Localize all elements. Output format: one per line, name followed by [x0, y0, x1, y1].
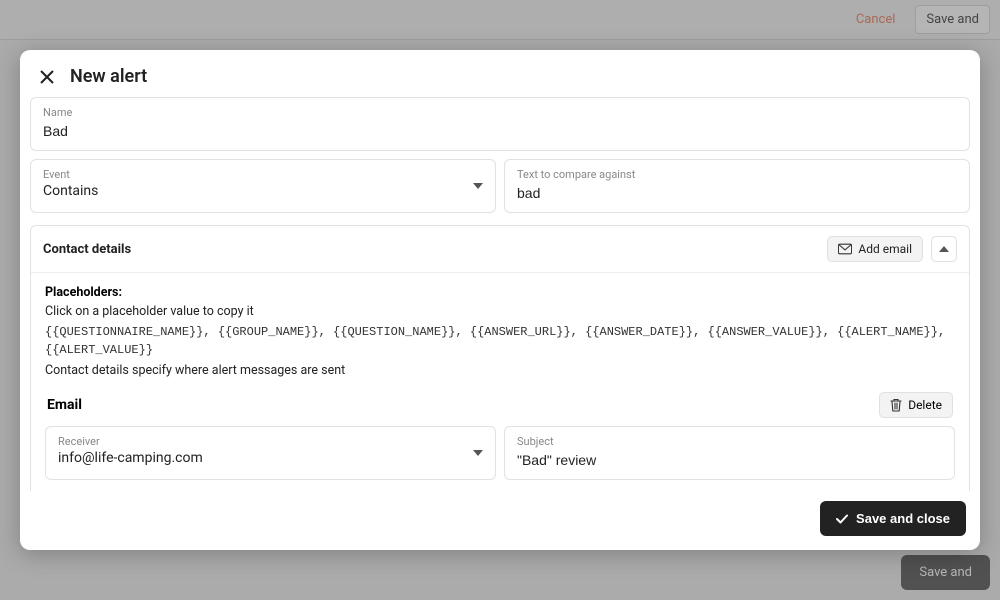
subject-input[interactable] — [517, 452, 942, 468]
trash-icon — [890, 398, 902, 412]
delete-email-button[interactable]: Delete — [879, 392, 953, 418]
save-and-close-button[interactable]: Save and close — [820, 501, 966, 536]
subject-label: Subject — [517, 435, 942, 448]
event-label: Event — [43, 168, 483, 181]
placeholders-title: Placeholders: — [45, 285, 955, 300]
add-email-label: Add email — [858, 242, 912, 256]
receiver-label: Receiver — [58, 435, 483, 448]
event-field[interactable]: Event Contains — [30, 159, 496, 213]
email-title: Email — [47, 397, 82, 413]
compare-field[interactable]: Text to compare against — [504, 159, 970, 213]
contact-details-body: Placeholders: Click on a placeholder val… — [31, 273, 969, 491]
collapse-button[interactable] — [931, 236, 957, 262]
new-alert-modal: New alert Name Event Contains Text to co… — [20, 50, 980, 550]
delete-label: Delete — [908, 398, 942, 412]
name-label: Name — [43, 106, 957, 119]
contact-details-section: Contact details Add email Placeholders: … — [30, 225, 970, 491]
close-icon[interactable] — [38, 68, 56, 86]
add-email-button[interactable]: Add email — [827, 236, 923, 262]
placeholders-description: Contact details specify where alert mess… — [45, 363, 955, 378]
modal-body: Name Event Contains Text to compare agai… — [20, 97, 980, 491]
envelope-icon — [838, 243, 852, 255]
modal-footer: Save and close — [20, 491, 980, 550]
check-icon — [836, 514, 848, 524]
save-and-close-label: Save and close — [856, 511, 950, 526]
placeholders-hint: Click on a placeholder value to copy it — [45, 304, 955, 319]
chevron-down-icon — [473, 450, 483, 456]
compare-label: Text to compare against — [517, 168, 957, 181]
email-block-header: Email Delete — [45, 392, 955, 418]
compare-input[interactable] — [517, 185, 957, 201]
receiver-field[interactable]: Receiver info@life-camping.com — [45, 426, 496, 480]
placeholders-list[interactable]: {{QUESTIONNAIRE_NAME}}, {{GROUP_NAME}}, … — [45, 323, 955, 359]
modal-title: New alert — [70, 66, 147, 87]
contact-details-title: Contact details — [43, 242, 131, 257]
name-field[interactable]: Name — [30, 97, 970, 151]
name-input[interactable] — [43, 123, 957, 139]
subject-field[interactable]: Subject — [504, 426, 955, 480]
event-value[interactable]: Contains — [43, 183, 483, 199]
chevron-down-icon — [473, 183, 483, 189]
contact-details-header: Contact details Add email — [31, 226, 969, 273]
chevron-up-icon — [939, 246, 949, 252]
receiver-value[interactable]: info@life-camping.com — [58, 450, 483, 466]
modal-header: New alert — [20, 50, 980, 97]
